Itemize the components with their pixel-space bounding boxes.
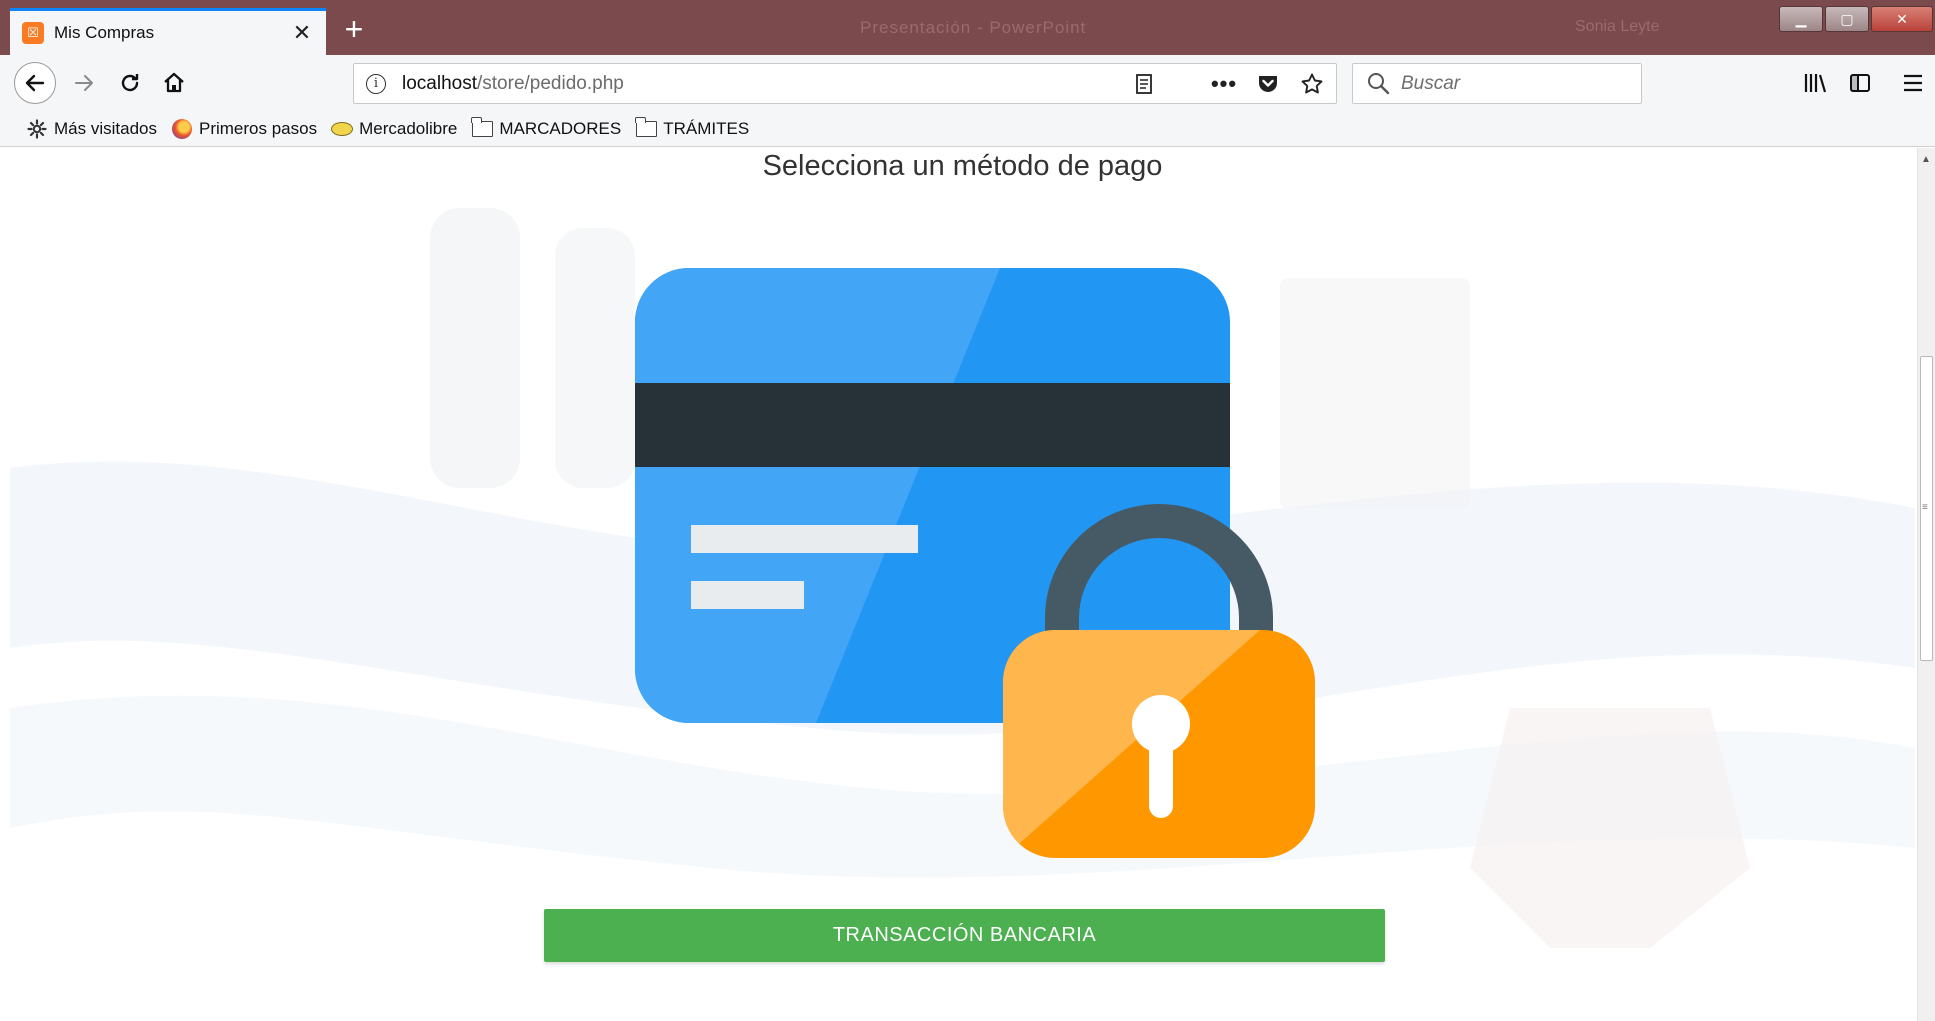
page-title: Selecciona un método de pago <box>762 150 1163 182</box>
tab-mis-compras[interactable]: ☒ Mis Compras ✕ <box>10 8 326 55</box>
search-icon <box>1368 72 1390 94</box>
home-button[interactable] <box>156 65 192 101</box>
minimize-button[interactable]: ▁ <box>1779 6 1823 32</box>
bookmark-folder-tramites[interactable]: TRÁMITES <box>635 116 750 139</box>
bookmark-label: MARCADORES <box>499 118 622 138</box>
back-button[interactable] <box>14 62 56 104</box>
page-content: Selecciona un método de pago TRANSACCIÓN… <box>10 148 1915 1021</box>
home-icon <box>164 72 184 93</box>
bookmark-mas-visitados[interactable]: Más visitados <box>26 119 157 139</box>
url-host: localhost <box>402 72 477 94</box>
reload-icon <box>121 74 139 92</box>
firefox-icon <box>171 118 193 139</box>
nav-toolbar: i localhost/store/pedido.php ••• <box>0 55 1935 111</box>
forward-arrow-icon <box>75 75 93 91</box>
forward-button[interactable] <box>66 65 102 101</box>
scroll-up-arrow-icon[interactable]: ▲ <box>1921 154 1931 165</box>
url-actions: ••• <box>1128 64 1328 103</box>
bookmarks-toolbar: Más visitados Primeros pasos Mercadolibr… <box>0 111 1935 147</box>
bookmark-mercadolibre[interactable]: Mercadolibre <box>331 119 457 139</box>
search-bar[interactable] <box>1352 63 1642 104</box>
bookmark-label: Primeros pasos <box>198 118 318 138</box>
page-scrollbar[interactable]: ▲ ≡ <box>1917 148 1935 1021</box>
site-info-icon[interactable]: i <box>366 73 386 94</box>
grip-icon: ≡ <box>1922 502 1928 513</box>
bookmark-label: Más visitados <box>54 118 157 138</box>
maximize-button[interactable]: ▢ <box>1825 6 1869 32</box>
library-icon <box>1804 74 1827 93</box>
sidebar-icon <box>1850 74 1870 92</box>
folder-icon <box>471 116 493 139</box>
window-controls: ▁ ▢ ✕ <box>1779 6 1933 32</box>
mercadolibre-icon <box>331 119 354 139</box>
url-bar[interactable]: i localhost/store/pedido.php ••• <box>353 63 1337 104</box>
back-arrow-icon <box>25 74 45 92</box>
sidebar-toggle-button[interactable] <box>1842 65 1878 101</box>
bookmark-label: Mercadolibre <box>359 118 458 138</box>
bookmark-star-icon[interactable] <box>1296 68 1328 100</box>
title-bar: Presentación - PowerPoint Sonia Leyte ☒ … <box>0 0 1935 55</box>
tab-title: Mis Compras <box>54 23 155 42</box>
bookmark-folder-marcadores[interactable]: MARCADORES <box>471 116 622 139</box>
search-input[interactable] <box>1401 72 1621 95</box>
library-button[interactable] <box>1797 65 1833 101</box>
window-title: Presentación - PowerPoint <box>860 18 1087 37</box>
xampp-icon: ☒ <box>22 22 44 44</box>
folder-icon <box>635 116 657 139</box>
reader-view-icon[interactable] <box>1128 68 1160 100</box>
menu-button[interactable] <box>1895 65 1931 101</box>
scrollbar-thumb[interactable]: ≡ <box>1920 356 1933 661</box>
page-actions-icon[interactable]: ••• <box>1208 68 1240 100</box>
credit-card-lock-illustration <box>635 268 1315 858</box>
new-tab-button[interactable]: + <box>334 10 374 50</box>
bank-transaction-button[interactable]: TRANSACCIÓN BANCARIA <box>544 909 1385 962</box>
pocket-icon[interactable] <box>1252 68 1284 100</box>
window-user: Sonia Leyte <box>1575 18 1660 35</box>
hamburger-icon <box>1904 74 1922 92</box>
close-tab-icon[interactable]: ✕ <box>290 20 314 46</box>
bookmark-label: TRÁMITES <box>663 118 750 138</box>
reload-button[interactable] <box>112 65 148 101</box>
bookmark-primeros-pasos[interactable]: Primeros pasos <box>171 118 318 139</box>
url-path: /store/pedido.php <box>477 72 624 94</box>
close-window-button[interactable]: ✕ <box>1871 6 1933 32</box>
gear-icon <box>26 118 48 139</box>
